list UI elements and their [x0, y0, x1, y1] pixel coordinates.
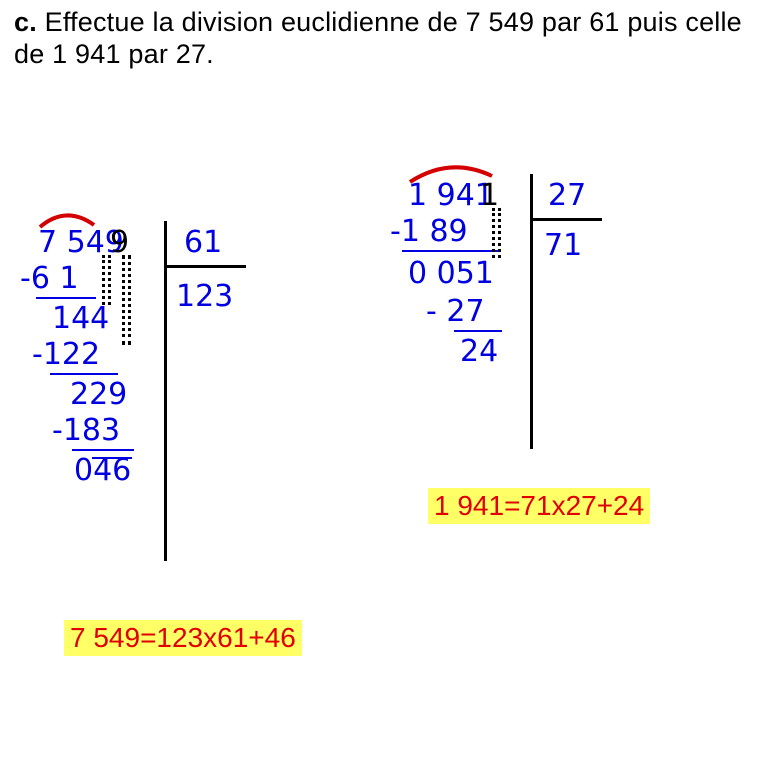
quotient-2: 71 — [544, 228, 582, 263]
step1-line-1 — [36, 297, 96, 299]
remainder-top-1 — [92, 457, 132, 459]
long-division-2: 1 941 1 27 71 -1 89 0 051 - 27 24 — [408, 178, 708, 458]
step2-res-1: 229 — [70, 377, 127, 412]
step1-res-2: 0 051 — [408, 256, 494, 291]
division-bar-horizontal-2 — [532, 218, 602, 221]
question-label: c. — [14, 7, 37, 37]
remainder-2: 24 — [460, 334, 498, 369]
dotted-1a — [102, 255, 105, 305]
step2-sub-1: -122 — [32, 337, 100, 372]
step1-sub-2: -1 89 — [390, 214, 468, 249]
step3-line-1 — [72, 449, 134, 451]
equation-2: 1 941=71x27+24 — [428, 488, 650, 524]
step1-res-1: 144 — [52, 301, 109, 336]
step2-line-1 — [50, 373, 118, 375]
divisor-2: 27 — [548, 178, 586, 213]
division-bar-horizontal-1 — [166, 265, 246, 268]
division-bar-vertical-2 — [530, 174, 533, 449]
divisor-1: 61 — [184, 225, 222, 260]
long-division-1: 7 549 9 61 123 -6 1 144 -122 229 -183 04… — [38, 225, 318, 555]
step1-sub-1: -6 1 — [20, 261, 79, 296]
step1-line-2 — [402, 250, 498, 252]
question-body: Effectue la division euclidienne de 7 54… — [14, 7, 742, 69]
dotted-1c — [122, 255, 125, 345]
dotted-2b — [498, 208, 501, 258]
quotient-1: 123 — [176, 279, 233, 314]
step2-sub-2: - 27 — [426, 294, 485, 329]
equation-1: 7 549=123x61+46 — [64, 620, 302, 656]
dotted-2a — [492, 208, 495, 258]
dividend-2-last: 1 — [480, 178, 499, 213]
dotted-1d — [128, 255, 131, 345]
step3-sub-1: -183 — [52, 413, 120, 448]
division-bar-vertical-1 — [164, 221, 167, 561]
question-text: c. Effectue la division euclidienne de 7… — [14, 6, 746, 71]
dividend-1-last: 9 — [110, 225, 129, 260]
step2-line-2 — [454, 330, 502, 332]
dotted-1b — [108, 255, 111, 305]
